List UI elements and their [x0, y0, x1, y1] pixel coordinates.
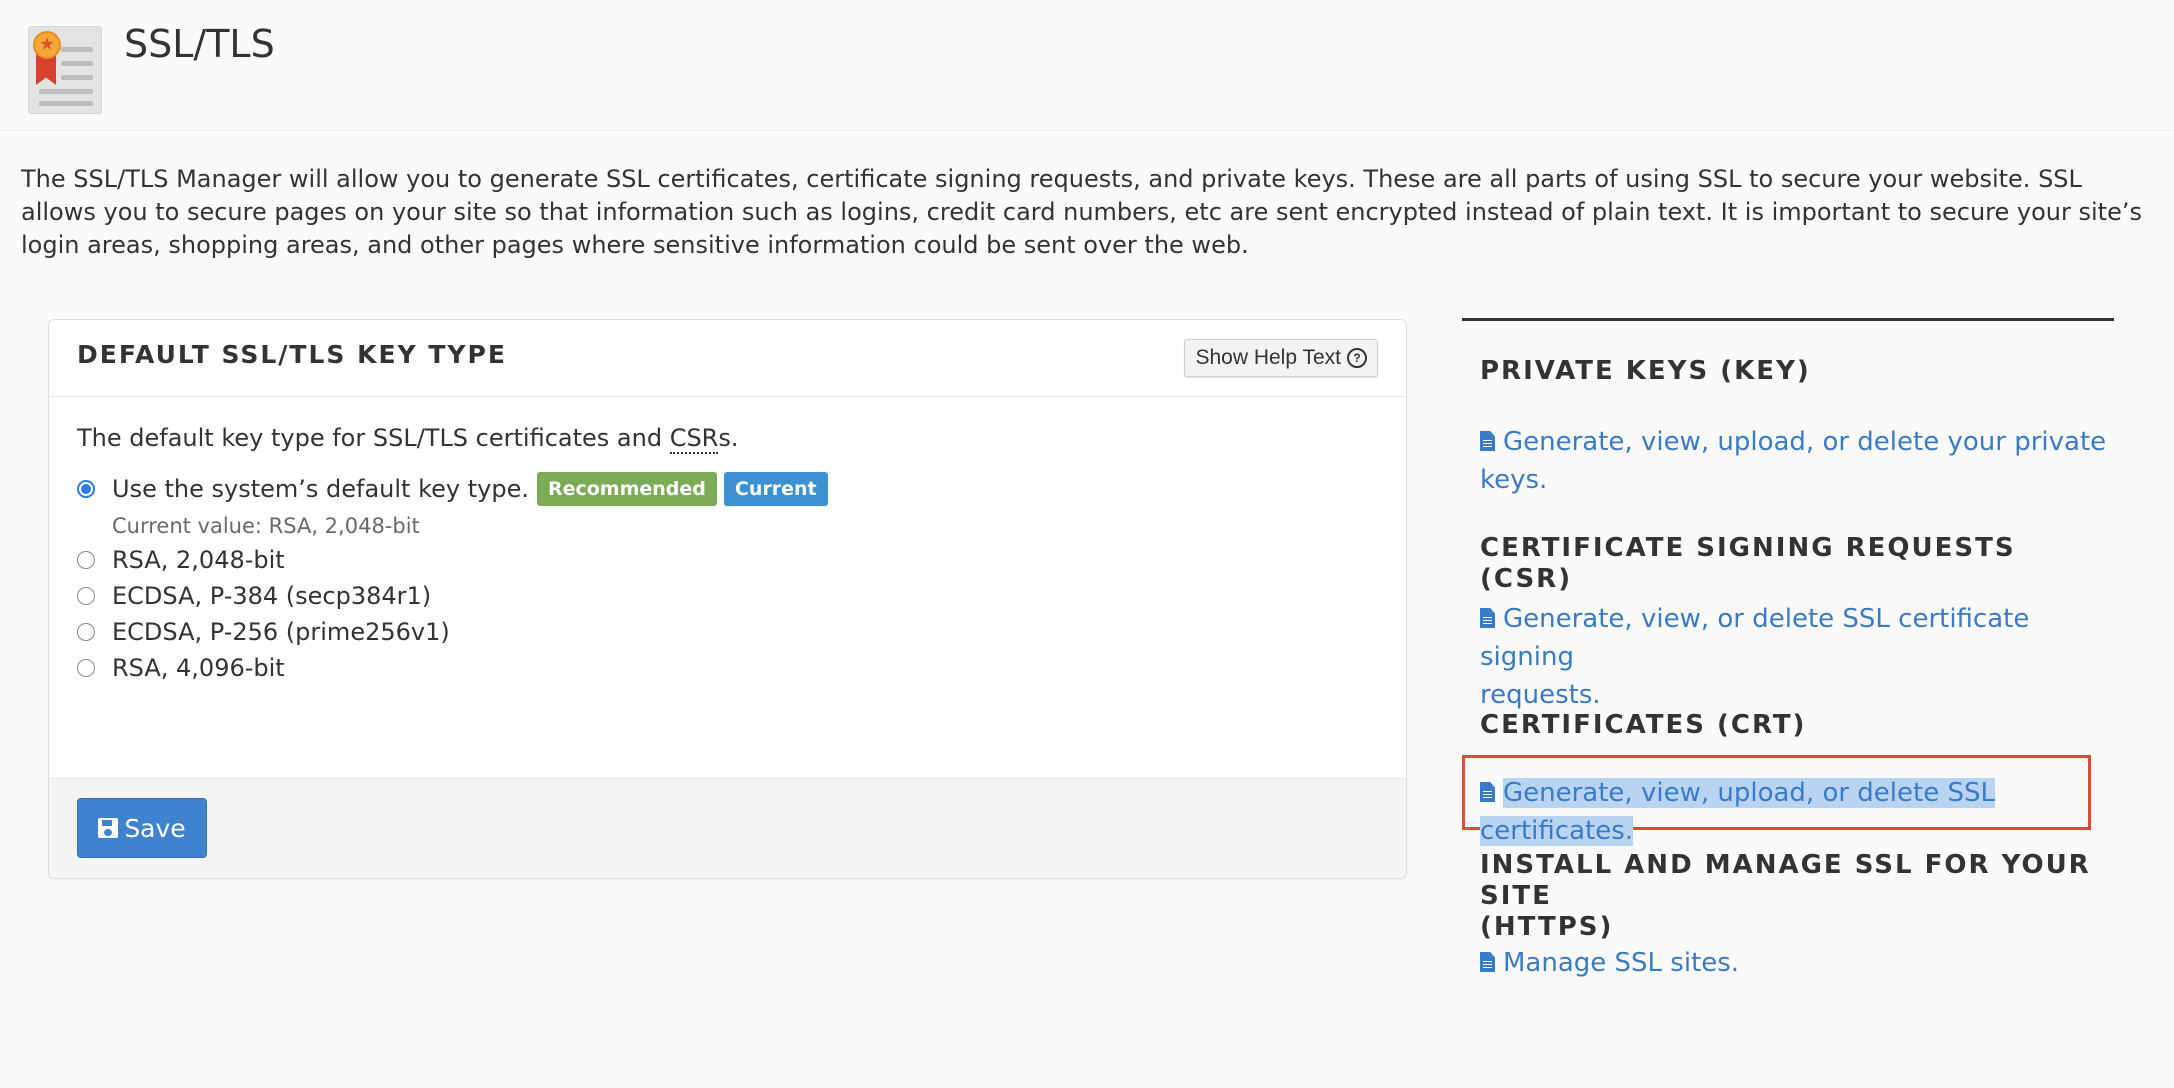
- panel-body: The default key type for SSL/TLS certifi…: [77, 424, 1377, 682]
- panel-heading: DEFAULT SSL/TLS KEY TYPE Show Help Text …: [49, 320, 1406, 397]
- heading-line: (HTTPS): [1480, 912, 1614, 942]
- save-button-label: Save: [124, 813, 186, 843]
- key-type-description: The default key type for SSL/TLS certifi…: [77, 424, 1377, 454]
- question-circle-icon: ?: [1347, 348, 1367, 368]
- current-value-text: Current value: RSA, 2,048-bit: [112, 514, 420, 538]
- radio-rsa-4096[interactable]: [77, 659, 95, 677]
- option-label: RSA, 2,048-bit: [112, 546, 285, 574]
- option-label: RSA, 4,096-bit: [112, 654, 285, 682]
- link-text: Manage SSL sites.: [1503, 948, 1740, 978]
- certificates-heading: CERTIFICATES (CRT): [1480, 710, 1807, 740]
- floppy-disk-icon: [98, 818, 119, 838]
- document-icon: [1480, 782, 1495, 802]
- link-text: Generate, view, upload, or delete your p…: [1503, 427, 2107, 457]
- link-text: Generate, view, upload, or delete SSL ce…: [1480, 778, 1995, 846]
- recommended-badge: Recommended: [536, 472, 717, 506]
- option-system-default[interactable]: Use the system’s default key type. Recom…: [77, 472, 828, 506]
- current-badge: Current: [723, 472, 828, 506]
- option-rsa-2048[interactable]: RSA, 2,048-bit: [77, 546, 285, 574]
- csr-abbreviation: CSR: [669, 424, 719, 454]
- page-title: SSL/TLS: [124, 22, 275, 66]
- key-type-panel: DEFAULT SSL/TLS KEY TYPE Show Help Text …: [48, 319, 1407, 879]
- csr-link[interactable]: Generate, view, or delete SSL certificat…: [1480, 600, 2114, 714]
- description-suffix: s.: [718, 424, 739, 452]
- private-keys-link[interactable]: Generate, view, upload, or delete your p…: [1480, 423, 2106, 499]
- show-help-text-button[interactable]: Show Help Text ?: [1184, 339, 1378, 377]
- document-icon: [1480, 608, 1495, 628]
- install-manage-ssl-heading: INSTALL AND MANAGE SSL FOR YOUR SITE (HT…: [1480, 850, 2114, 943]
- document-icon: [1480, 431, 1495, 451]
- option-label: ECDSA, P-256 (prime256v1): [112, 618, 450, 646]
- save-button[interactable]: Save: [77, 798, 207, 858]
- radio-rsa-2048[interactable]: [77, 551, 95, 569]
- heading-line: INSTALL AND MANAGE SSL FOR YOUR SITE: [1480, 850, 2091, 911]
- radio-ecdsa-p256[interactable]: [77, 623, 95, 641]
- radio-system-default[interactable]: [77, 480, 95, 498]
- description-prefix: The default key type for SSL/TLS certifi…: [77, 424, 670, 452]
- sidebar-divider: [1462, 318, 2114, 321]
- csr-heading: CERTIFICATE SIGNING REQUESTS (CSR): [1480, 533, 2016, 594]
- link-text: requests.: [1480, 680, 1601, 710]
- link-text: Generate, view, or delete SSL certificat…: [1480, 604, 2030, 672]
- radio-ecdsa-p384[interactable]: [77, 587, 95, 605]
- panel-footer: Save: [49, 778, 1406, 878]
- panel-title: DEFAULT SSL/TLS KEY TYPE: [77, 340, 507, 369]
- help-button-label: Show Help Text: [1195, 346, 1341, 369]
- option-label: ECDSA, P-384 (secp384r1): [112, 582, 432, 610]
- private-keys-heading: PRIVATE KEYS (KEY): [1480, 356, 1811, 386]
- certificate-icon: [28, 26, 102, 114]
- certificates-link[interactable]: Generate, view, upload, or delete SSL ce…: [1480, 774, 2114, 850]
- option-rsa-4096[interactable]: RSA, 4,096-bit: [77, 654, 285, 682]
- option-ecdsa-p256[interactable]: ECDSA, P-256 (prime256v1): [77, 618, 450, 646]
- document-icon: [1480, 952, 1495, 972]
- link-text: keys.: [1480, 465, 1548, 495]
- intro-text: The SSL/TLS Manager will allow you to ge…: [21, 165, 2142, 259]
- manage-ssl-sites-link[interactable]: Manage SSL sites.: [1480, 944, 1739, 982]
- option-ecdsa-p384[interactable]: ECDSA, P-384 (secp384r1): [77, 582, 431, 610]
- page-header: SSL/TLS: [0, 0, 2174, 131]
- option-label: Use the system’s default key type.: [112, 475, 529, 503]
